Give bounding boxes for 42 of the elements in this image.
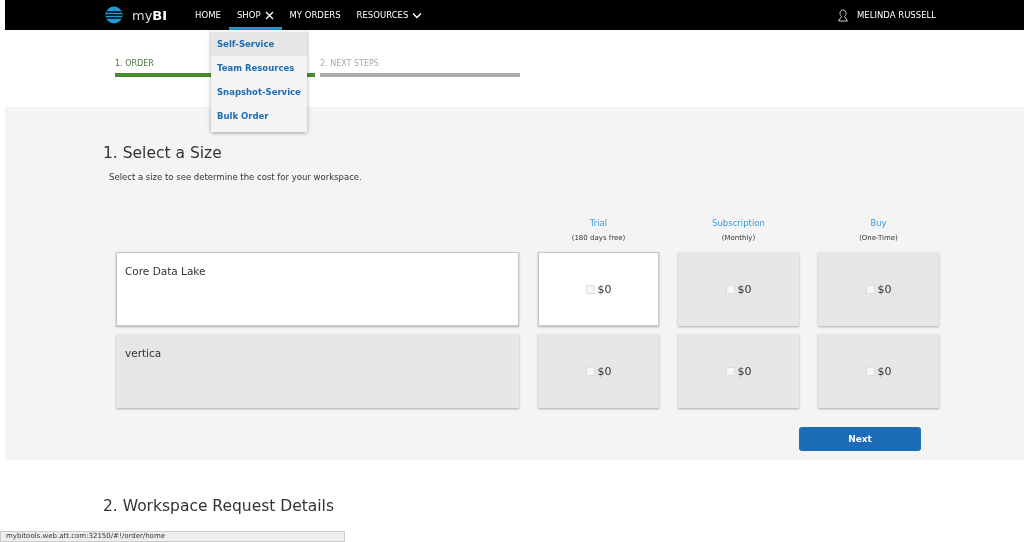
size-card[interactable]: Core Data Lake: [116, 252, 519, 326]
menu-item[interactable]: Snapshot-Service: [211, 80, 307, 104]
price-card[interactable]: $0: [678, 252, 799, 326]
nav-tab[interactable]: RESOURCES: [348, 0, 431, 30]
price: $0: [597, 282, 612, 296]
price: $0: [877, 282, 892, 296]
next-button[interactable]: Next: [799, 427, 921, 451]
price: $0: [597, 364, 612, 378]
checkbox[interactable]: [725, 284, 735, 294]
price-card[interactable]: $0: [678, 334, 799, 408]
section-description: Select a size to see determine the cost for your workspace.: [109, 172, 362, 182]
size-card[interactable]: vertica: [116, 334, 519, 408]
step-label: 1. ORDER: [115, 59, 154, 68]
plan-name: Subscription: [712, 218, 765, 228]
price: $0: [737, 282, 752, 296]
price-card[interactable]: $0: [538, 252, 659, 326]
plan-name: Trial: [589, 218, 608, 228]
checkbox[interactable]: [865, 284, 875, 294]
checkbox[interactable]: [725, 366, 735, 376]
user-icon: [837, 8, 849, 22]
user-name[interactable]: MELINDA RUSSELL: [857, 10, 936, 20]
price: $0: [877, 364, 892, 378]
price-card[interactable]: $0: [818, 252, 939, 326]
price-card[interactable]: $0: [818, 334, 939, 408]
nav-tab[interactable]: HOME: [187, 0, 229, 30]
plan-name: Buy: [870, 218, 887, 228]
section-heading: 1. Select a Size: [103, 144, 222, 162]
price-card[interactable]: $0: [538, 334, 659, 408]
checkbox[interactable]: [865, 366, 875, 376]
step-label: 2. NEXT STEPS: [320, 59, 379, 68]
nav-tab[interactable]: MY ORDERS: [281, 0, 349, 30]
menu-item[interactable]: Team Resources: [211, 56, 307, 80]
checkbox[interactable]: [585, 284, 595, 294]
close-icon: [264, 10, 274, 20]
caret-icon: [412, 11, 423, 19]
menu-item[interactable]: Self-Service: [211, 32, 307, 56]
menu-item[interactable]: Bulk Order: [211, 104, 307, 128]
brand-logo: myBI: [132, 7, 168, 23]
section-heading: 2. Workspace Request Details: [103, 497, 334, 515]
price: $0: [737, 364, 752, 378]
checkbox[interactable]: [585, 366, 595, 376]
globe-icon: [105, 6, 123, 24]
